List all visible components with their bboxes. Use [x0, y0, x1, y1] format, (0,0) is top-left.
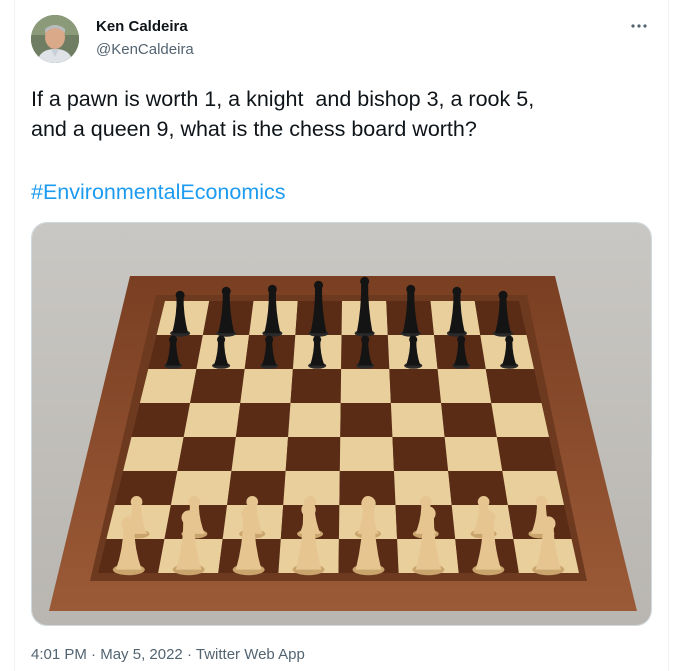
board-square — [114, 471, 178, 505]
board-square — [285, 437, 341, 471]
avatar[interactable] — [31, 15, 79, 63]
author-handle[interactable]: @KenCaldeira — [96, 40, 194, 60]
chessboard-photo — [32, 223, 651, 625]
board-square — [170, 471, 232, 505]
tweet-media-image[interactable] — [31, 222, 652, 626]
tweet-text: If a pawn is worth 1, a knight and bisho… — [31, 87, 535, 141]
board-square — [485, 369, 542, 403]
board-square — [491, 403, 549, 437]
avatar-photo — [31, 15, 79, 63]
author-display-name[interactable]: Ken Caldeira — [96, 17, 188, 37]
board-square — [340, 369, 391, 403]
board-square — [240, 369, 293, 403]
meta-separator: · — [91, 646, 97, 663]
board-square — [177, 437, 236, 471]
board-square — [448, 471, 508, 505]
board-square — [444, 437, 503, 471]
board-square — [390, 403, 445, 437]
board-square — [235, 403, 291, 437]
board-square — [339, 437, 394, 471]
board-square — [131, 403, 191, 437]
tweet-card: Ken Caldeira @KenCaldeira If a pawn is w… — [14, 0, 669, 671]
board-square — [502, 471, 564, 505]
more-options-icon[interactable] — [626, 16, 652, 36]
board-square — [123, 437, 184, 471]
board-square — [231, 437, 289, 471]
tweet-source[interactable]: Twitter Web App — [196, 646, 305, 663]
board-square — [496, 437, 557, 471]
tweet-metadata: 4:01 PM · May 5, 2022 · Twitter Web App — [31, 645, 305, 665]
board-square — [288, 403, 341, 437]
tweet-date[interactable]: May 5, 2022 — [100, 646, 183, 663]
board-square — [437, 369, 492, 403]
board-square — [392, 437, 449, 471]
board-square — [290, 369, 342, 403]
board-square — [340, 403, 393, 437]
board-square — [190, 369, 245, 403]
board-square — [389, 369, 442, 403]
board-square — [183, 403, 241, 437]
board-square — [139, 369, 197, 403]
board-square — [441, 403, 497, 437]
tweet-time[interactable]: 4:01 PM — [31, 646, 87, 663]
hashtag-link[interactable]: #EnvironmentalEconomics — [31, 177, 286, 207]
meta-separator: · — [186, 646, 192, 663]
